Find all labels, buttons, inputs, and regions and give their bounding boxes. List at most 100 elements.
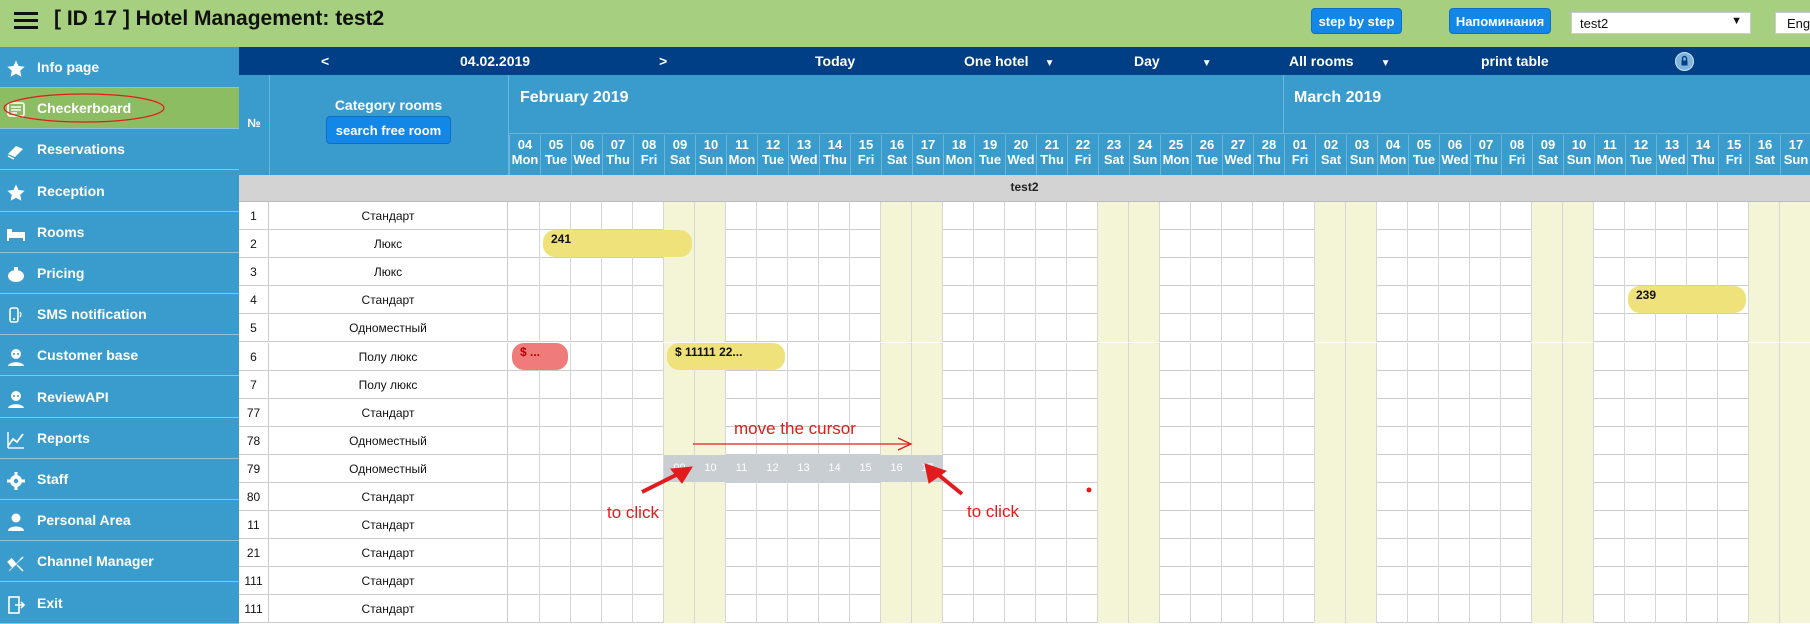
day-cell[interactable] [1253, 258, 1284, 287]
day-cell[interactable] [602, 258, 633, 287]
day-cell[interactable] [509, 370, 540, 399]
day-cell[interactable] [1160, 595, 1191, 624]
day-header[interactable]: 15 Fri [1718, 135, 1749, 175]
day-cell[interactable] [1160, 398, 1191, 427]
day-cell[interactable] [788, 483, 819, 511]
day-header[interactable]: 15 Fri [850, 135, 881, 175]
day-cell[interactable] [1253, 370, 1284, 399]
day-cell[interactable] [1470, 314, 1501, 343]
day-cell[interactable] [1253, 595, 1284, 624]
day-cell[interactable] [1408, 342, 1439, 371]
day-cell[interactable] [1625, 454, 1656, 483]
day-cell[interactable] [1253, 539, 1284, 568]
day-cell[interactable] [1532, 230, 1563, 259]
day-cell[interactable] [1067, 398, 1098, 427]
day-cell[interactable] [1129, 202, 1160, 230]
sidebar-item-reception[interactable]: Reception [0, 171, 239, 212]
day-cell[interactable] [1749, 511, 1780, 540]
day-cell[interactable] [1780, 595, 1810, 624]
day-cell[interactable] [602, 370, 633, 399]
day-cell[interactable] [788, 202, 819, 230]
day-cell[interactable] [912, 511, 943, 540]
day-cell[interactable] [1191, 342, 1222, 371]
day-cell[interactable] [1687, 595, 1718, 624]
day-cell[interactable] [1408, 314, 1439, 343]
day-cell[interactable] [788, 314, 819, 343]
day-cell[interactable] [881, 230, 912, 259]
day-cell[interactable] [974, 426, 1005, 455]
day-cell[interactable] [571, 595, 602, 624]
day-cell[interactable] [1160, 202, 1191, 230]
day-cell[interactable] [1129, 314, 1160, 343]
day-cell[interactable] [1408, 539, 1439, 568]
day-cell[interactable] [1718, 539, 1749, 568]
day-cell[interactable] [850, 539, 881, 568]
day-cell[interactable] [1408, 230, 1439, 259]
day-cell[interactable] [850, 370, 881, 399]
day-cell[interactable] [881, 370, 912, 399]
current-date[interactable]: 04.02.2019 [460, 53, 530, 69]
day-header[interactable]: 13 Wed [1656, 135, 1687, 175]
day-cell[interactable] [1067, 426, 1098, 455]
day-cell[interactable] [1036, 567, 1067, 596]
day-cell[interactable] [1160, 454, 1191, 483]
day-cell[interactable] [1315, 230, 1346, 259]
day-cell[interactable] [1191, 511, 1222, 540]
day-cell[interactable] [1377, 595, 1408, 624]
day-cell[interactable] [1408, 370, 1439, 399]
day-cell[interactable] [1718, 511, 1749, 540]
day-header[interactable]: 06 Wed [1439, 135, 1470, 175]
day-cell[interactable] [695, 539, 726, 568]
day-cell[interactable] [540, 511, 571, 540]
day-cell[interactable] [1067, 342, 1098, 371]
day-cell[interactable] [1098, 314, 1129, 343]
day-cell[interactable] [850, 314, 881, 343]
day-cell[interactable] [1656, 595, 1687, 624]
day-cell[interactable] [571, 539, 602, 568]
day-cell[interactable] [1253, 202, 1284, 230]
day-cell[interactable] [1253, 454, 1284, 483]
day-cell[interactable] [1098, 286, 1129, 315]
day-cell[interactable] [1439, 426, 1470, 455]
day-header[interactable]: 12 Tue [757, 135, 788, 175]
day-header[interactable]: 27 Wed [1222, 135, 1253, 175]
sidebar-item-customer-base[interactable]: Customer base [0, 335, 239, 377]
day-cell[interactable] [788, 511, 819, 540]
day-cell[interactable] [1563, 370, 1594, 399]
day-cell[interactable] [726, 511, 757, 540]
day-cell[interactable] [819, 370, 850, 399]
selected-day-cell[interactable]: 10 [695, 454, 726, 482]
day-cell[interactable] [819, 342, 850, 371]
day-cell[interactable] [819, 483, 850, 511]
day-cell[interactable] [1408, 258, 1439, 287]
day-cell[interactable] [1098, 398, 1129, 427]
day-cell[interactable] [1687, 539, 1718, 568]
day-cell[interactable] [1036, 202, 1067, 230]
day-cell[interactable] [974, 539, 1005, 568]
day-cell[interactable] [633, 342, 664, 371]
day-cell[interactable] [1563, 539, 1594, 568]
day-cell[interactable] [850, 483, 881, 511]
day-cell[interactable] [850, 342, 881, 371]
day-cell[interactable] [1749, 258, 1780, 287]
day-cell[interactable] [1253, 314, 1284, 343]
day-cell[interactable] [1470, 202, 1501, 230]
day-cell[interactable] [1005, 595, 1036, 624]
day-cell[interactable] [1687, 426, 1718, 455]
day-cell[interactable] [1346, 258, 1377, 287]
day-cell[interactable] [1315, 511, 1346, 540]
sidebar-item-reviewapi[interactable]: ReviewAPI [0, 377, 239, 418]
day-cell[interactable] [1005, 398, 1036, 427]
day-cell[interactable] [1346, 539, 1377, 568]
day-cell[interactable] [1377, 454, 1408, 483]
day-cell[interactable] [1160, 342, 1191, 371]
day-cell[interactable] [1470, 567, 1501, 596]
day-cell[interactable] [1377, 286, 1408, 315]
day-cell[interactable] [912, 230, 943, 259]
day-cell[interactable] [757, 230, 788, 259]
day-cell[interactable] [943, 595, 974, 624]
language-select[interactable]: Eng [1775, 12, 1810, 34]
day-cell[interactable] [1656, 483, 1687, 511]
day-cell[interactable] [1036, 314, 1067, 343]
day-header[interactable]: 20 Wed [1005, 135, 1036, 175]
